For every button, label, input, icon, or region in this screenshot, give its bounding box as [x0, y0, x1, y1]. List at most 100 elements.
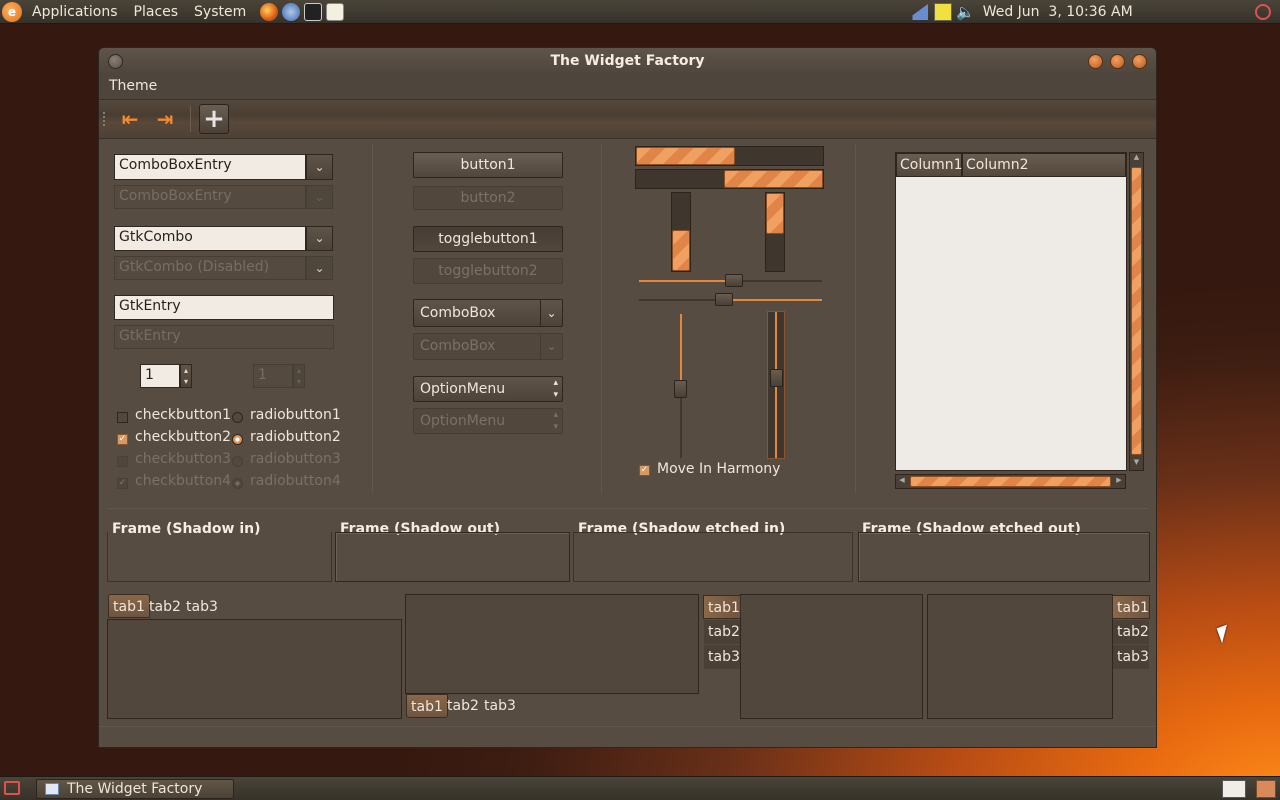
- hscale-empty: [639, 299, 725, 301]
- button1[interactable]: button1: [413, 152, 563, 178]
- tree-view[interactable]: Column1 Column2: [895, 152, 1127, 471]
- notebook-top-tab1[interactable]: tab1: [108, 594, 150, 618]
- menu-theme[interactable]: Theme: [109, 78, 157, 94]
- scrollbar-thumb[interactable]: [910, 476, 1111, 487]
- scroll-up-icon[interactable]: ▲: [1131, 153, 1142, 165]
- progress-bar-horizontal-1: [635, 146, 824, 166]
- gtk-combo[interactable]: GtkCombo: [114, 226, 306, 251]
- notes-icon[interactable]: [934, 3, 952, 21]
- combobox-disabled: ComboBox ⌄: [413, 333, 563, 360]
- progress-bar-vertical-1: [671, 192, 691, 272]
- combobox[interactable]: ComboBox ⌄: [413, 299, 563, 327]
- notebook-bottom-tab2[interactable]: tab2: [443, 694, 483, 718]
- combo-box-entry[interactable]: ComboBoxEntry: [114, 154, 306, 180]
- checkbox-label: checkbutton1: [135, 407, 232, 423]
- clock[interactable]: Wed Jun 3, 10:36 AM: [983, 4, 1133, 20]
- progress-fill: [766, 193, 784, 235]
- notebook-left-tab1[interactable]: tab1: [703, 595, 741, 619]
- horizontal-scrollbar[interactable]: ◀ ▶: [895, 474, 1126, 489]
- scroll-left-icon[interactable]: ◀: [896, 476, 908, 488]
- option-menu[interactable]: OptionMenu ▴ ▾: [413, 376, 563, 402]
- statusbar-separator: [99, 726, 1156, 727]
- notebook-right-tab2[interactable]: tab2: [1113, 620, 1149, 644]
- notebook-right-tab1[interactable]: tab1: [1112, 595, 1150, 619]
- notebook-bottom-tab1[interactable]: tab1: [406, 694, 448, 718]
- combo-box-entry-dropdown[interactable]: ⌄: [306, 154, 333, 180]
- vscale-2[interactable]: [767, 311, 785, 459]
- frame-shadow-etched-out: [858, 532, 1150, 582]
- power-icon[interactable]: [1255, 4, 1271, 20]
- scroll-down-icon[interactable]: ▼: [1131, 458, 1142, 470]
- mail-icon[interactable]: [282, 2, 301, 21]
- vscale-handle[interactable]: [674, 380, 687, 398]
- text-editor-icon[interactable]: [326, 2, 345, 21]
- close-button[interactable]: [1132, 54, 1147, 69]
- workspace-switcher-icon[interactable]: [1222, 780, 1246, 798]
- notebook-bottom-tab3[interactable]: tab3: [480, 694, 520, 718]
- firefox-icon[interactable]: [260, 2, 279, 21]
- go-first-icon[interactable]: ⇤: [115, 104, 145, 134]
- toggle-button1[interactable]: togglebutton1: [413, 226, 563, 252]
- spin-button[interactable]: 1: [140, 364, 180, 388]
- radio-2[interactable]: [232, 434, 243, 445]
- trash-icon[interactable]: [1256, 780, 1276, 798]
- show-desktop-icon[interactable]: [4, 781, 20, 795]
- spin-button-arrows[interactable]: ▴ ▾: [180, 364, 192, 388]
- radio-1[interactable]: [232, 412, 243, 423]
- title-bar[interactable]: The Widget Factory: [99, 48, 1156, 75]
- scroll-right-icon[interactable]: ▶: [1113, 476, 1125, 488]
- toolbar-grip[interactable]: [103, 112, 106, 126]
- progress-fill: [723, 170, 823, 188]
- notebook-top-page: [107, 619, 402, 719]
- notebook-top-tab2[interactable]: tab2: [145, 595, 185, 619]
- radio-label: radiobutton4: [250, 473, 341, 489]
- mouse-cursor-icon: [1216, 624, 1233, 644]
- vertical-scrollbar[interactable]: ▲ ▼: [1129, 152, 1144, 471]
- go-last-icon[interactable]: ⇥: [150, 104, 180, 134]
- menu-applications[interactable]: Applications: [24, 4, 126, 20]
- notebook-right-tab3[interactable]: tab3: [1113, 645, 1149, 669]
- maximize-button[interactable]: [1110, 54, 1125, 69]
- column-separator: [855, 145, 856, 493]
- progress-bar-vertical-2: [765, 192, 785, 272]
- minimize-button[interactable]: [1088, 54, 1103, 69]
- column1-header[interactable]: Column1: [896, 153, 963, 177]
- vscale-handle[interactable]: [770, 369, 783, 387]
- updown-icon: ▴ ▾: [553, 378, 558, 400]
- network-icon[interactable]: [906, 4, 928, 20]
- menu-system[interactable]: System: [186, 4, 254, 20]
- scrollbar-thumb[interactable]: [1131, 167, 1142, 455]
- add-icon[interactable]: +: [199, 104, 229, 134]
- taskbar-button-widget-factory[interactable]: The Widget Factory: [36, 779, 234, 799]
- vscale-1[interactable]: [674, 314, 687, 458]
- horizontal-separator: [107, 508, 1148, 509]
- gtk-combo-dropdown[interactable]: ⌄: [306, 226, 333, 251]
- column2-header[interactable]: Column2: [962, 153, 1126, 177]
- hscale-handle[interactable]: [715, 293, 733, 306]
- checkbox-2[interactable]: ✓: [117, 434, 128, 445]
- notebook-left-tab3[interactable]: tab3: [704, 645, 740, 669]
- move-in-harmony-checkbox[interactable]: ✓: [639, 465, 650, 476]
- menu-places[interactable]: Places: [126, 4, 187, 20]
- volume-icon[interactable]: 🔈: [956, 3, 975, 21]
- hscale-handle[interactable]: [725, 274, 743, 287]
- notebook-left-tab2[interactable]: tab2: [704, 620, 740, 644]
- frame-shadow-in: [107, 532, 332, 582]
- gtk-entry[interactable]: GtkEntry: [114, 295, 334, 320]
- radio-3: [232, 456, 243, 467]
- ubuntu-logo-icon[interactable]: e: [2, 1, 22, 22]
- notebook-top-tab3[interactable]: tab3: [182, 595, 222, 619]
- window-icon: [45, 783, 59, 795]
- top-panel: e Applications Places System 🔈 Wed Jun 3…: [0, 0, 1280, 24]
- checkbox-1[interactable]: [117, 412, 128, 423]
- radio-label: radiobutton2: [250, 429, 341, 445]
- column-separator: [372, 145, 373, 493]
- hscale-2[interactable]: [639, 293, 822, 306]
- hscale-1[interactable]: [639, 274, 822, 287]
- combo-box-entry-disabled-dropdown: ⌄: [306, 185, 333, 209]
- window-menu-icon[interactable]: [108, 54, 123, 69]
- taskbar-button-label: The Widget Factory: [67, 781, 203, 797]
- radio-4: [232, 478, 243, 489]
- terminal-icon[interactable]: [304, 2, 323, 21]
- chevron-down-icon: ⌄: [540, 334, 562, 359]
